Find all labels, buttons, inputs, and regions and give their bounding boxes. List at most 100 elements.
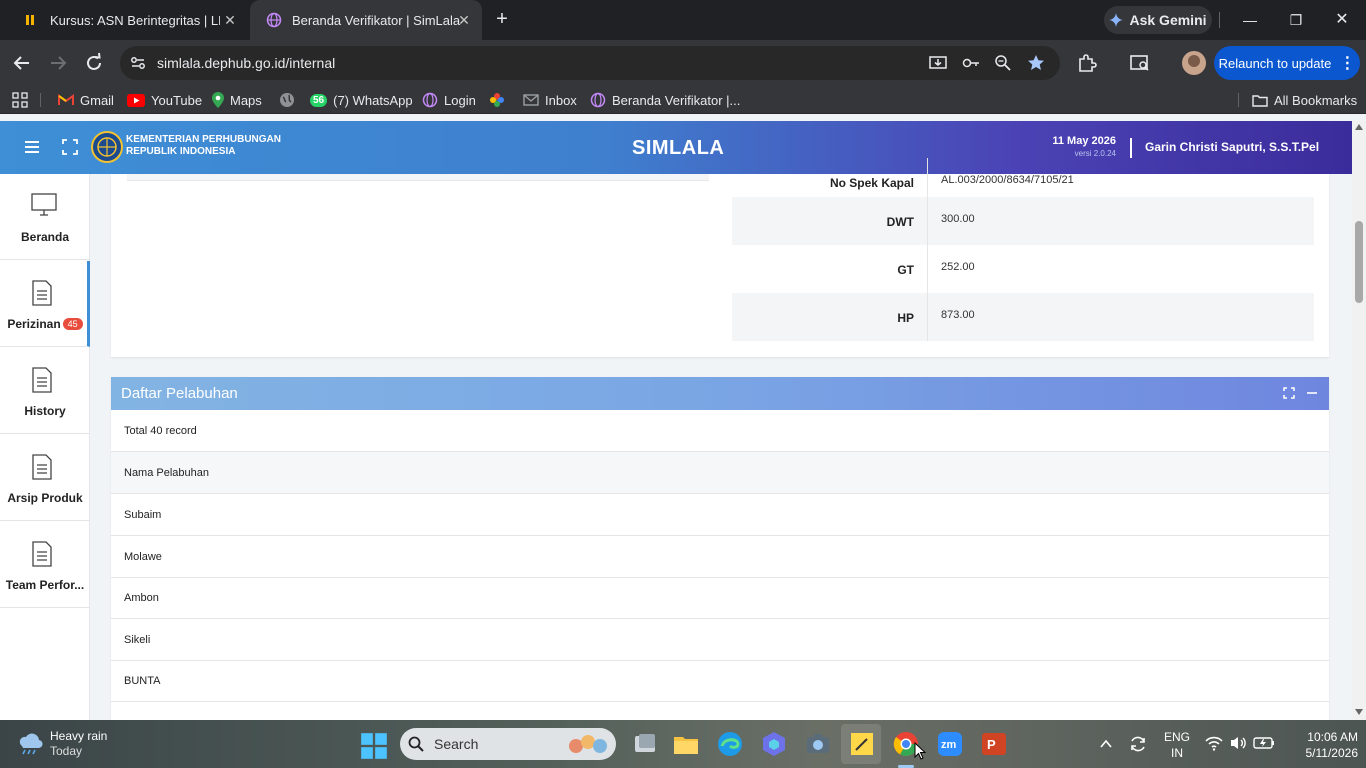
expand-icon[interactable] [1283, 387, 1295, 399]
page-scrollbar[interactable] [1352, 121, 1366, 720]
bookmark-inbox[interactable]: Inbox [523, 86, 577, 114]
sidebar-item-label: Arsip Produk [7, 491, 83, 505]
password-key-icon[interactable] [961, 53, 981, 73]
ask-gemini-label: Ask Gemini [1129, 12, 1207, 28]
document-icon [32, 367, 52, 393]
language-indicator[interactable]: ENG IN [1158, 729, 1196, 761]
minimize-icon[interactable]: — [1238, 8, 1262, 32]
windows-start-icon[interactable] [360, 732, 388, 760]
extensions-puzzle-icon[interactable] [1075, 51, 1099, 75]
sticky-notes-icon[interactable] [848, 730, 876, 758]
weather-widget[interactable]: Heavy rain Today [50, 729, 107, 759]
sidebar-item-history[interactable]: History [0, 348, 90, 434]
more-vertical-icon: ⋮ [1339, 55, 1356, 72]
windows-taskbar: Heavy rain Today Search zm P ENG IN 10:0… [0, 720, 1366, 768]
relaunch-button[interactable]: Relaunch to update ⋮ [1214, 46, 1360, 80]
bookmark-whatsapp[interactable]: 56 (7) WhatsApp [310, 86, 413, 114]
globe-favicon-icon [422, 92, 438, 108]
globe-favicon-icon [266, 12, 282, 28]
edge-browser-icon[interactable] [716, 730, 744, 758]
sidebar-item-team-performance[interactable]: Team Perfor... [0, 522, 90, 608]
close-tab-icon[interactable]: ✕ [222, 12, 238, 28]
bookmarks-bar: Gmail YouTube Maps 56 (7) WhatsApp Login… [0, 86, 1366, 114]
address-bar[interactable]: simlala.dephub.go.id/internal [120, 46, 1060, 80]
scrollbar-thumb[interactable] [1355, 221, 1363, 303]
bookmark-globe[interactable] [279, 86, 295, 114]
weather-title: Heavy rain [50, 729, 108, 743]
scroll-up-arrow-icon[interactable] [1355, 124, 1363, 130]
apps-grid-icon[interactable] [12, 92, 28, 108]
camera-app-icon[interactable] [804, 730, 832, 758]
copilot-app-icon[interactable] [760, 730, 788, 758]
close-tab-icon[interactable]: ✕ [456, 12, 472, 28]
document-icon [32, 454, 52, 480]
sidebar-item-beranda[interactable]: Beranda [0, 174, 90, 260]
bookmark-beranda[interactable]: Beranda Verifikator |... [590, 86, 740, 114]
ask-gemini-button[interactable]: Ask Gemini [1104, 6, 1212, 34]
tab-simlala[interactable]: Beranda Verifikator | SimLala ✕ [250, 0, 482, 40]
url-text: simlala.dephub.go.id/internal [157, 55, 336, 71]
sidebar-item-arsip-produk[interactable]: Arsip Produk [0, 435, 90, 521]
search-icon [408, 736, 424, 752]
clock-time: 10:06 AM [1307, 730, 1358, 744]
kemenhub-logo-icon [91, 131, 123, 163]
taskbar-search[interactable]: Search [400, 728, 616, 760]
whatsapp-badge: 56 [310, 93, 328, 107]
task-view-icon[interactable] [631, 730, 659, 758]
youtube-icon [127, 93, 145, 107]
relaunch-label: Relaunch to update [1218, 55, 1332, 71]
fullscreen-icon[interactable] [61, 138, 79, 156]
profile-avatar[interactable] [1182, 51, 1206, 75]
bookmark-youtube[interactable]: YouTube [127, 86, 202, 114]
sidebar-item-label: History [24, 404, 66, 418]
bookmark-maps[interactable]: Maps [212, 86, 262, 114]
bookmark-login[interactable]: Login [422, 86, 476, 114]
file-explorer-icon[interactable] [672, 730, 700, 758]
forward-arrow-icon[interactable] [46, 51, 70, 75]
user-name[interactable]: Garin Christi Saputri, S.S.T.Pel [1145, 140, 1319, 154]
bookmark-pinwheel[interactable] [489, 86, 505, 114]
reload-icon[interactable] [82, 51, 106, 75]
install-app-icon[interactable] [928, 53, 948, 73]
system-clock[interactable]: 10:06 AM 5/11/2026 [1282, 729, 1359, 761]
collapse-minus-icon[interactable] [1306, 387, 1318, 399]
avatar-head [1188, 55, 1200, 67]
bookmark-label: Beranda Verifikator |... [612, 92, 741, 108]
zoom-app-icon[interactable]: zm [936, 730, 964, 758]
sidebar-item-perizinan[interactable]: Perizinan 45 [0, 261, 90, 347]
bookmark-label: (7) WhatsApp [333, 92, 413, 108]
ministry-name: KEMENTERIAN PERHUBUNGAN REPUBLIK INDONES… [126, 134, 281, 158]
gemini-spark-icon [1109, 13, 1124, 27]
wifi-icon[interactable] [1205, 735, 1223, 751]
volume-icon[interactable] [1229, 735, 1247, 751]
globe-icon [280, 93, 294, 107]
pinwheel-icon [490, 93, 504, 107]
tab-lms[interactable]: Kursus: ASN Berintegritas | LMS ✕ [8, 0, 248, 40]
powerpoint-icon[interactable]: P [980, 730, 1008, 758]
bookmark-label: All Bookmarks [1274, 92, 1358, 108]
site-settings-icon[interactable] [128, 53, 148, 73]
close-window-icon[interactable]: ✕ [1330, 8, 1354, 32]
column-header-nama-pelabuhan[interactable]: Nama Pelabuhan [111, 452, 1329, 494]
sync-icon[interactable] [1128, 734, 1148, 754]
all-bookmarks[interactable]: All Bookmarks [1252, 86, 1357, 114]
screen: Kursus: ASN Berintegritas | LMS ✕ Berand… [0, 0, 1366, 768]
hamburger-menu-icon[interactable] [23, 138, 41, 156]
globe-favicon-icon [590, 92, 606, 108]
bookmark-gmail[interactable]: Gmail [58, 86, 114, 114]
restore-icon[interactable]: ❐ [1284, 8, 1308, 32]
zoom-icon[interactable] [993, 53, 1013, 73]
weather-rain-icon[interactable] [16, 732, 44, 756]
new-tab-icon[interactable]: + [490, 8, 514, 32]
weather-sub: Today [50, 744, 83, 758]
battery-charging-icon[interactable] [1253, 736, 1275, 750]
bookmark-label: Login [444, 92, 476, 108]
back-arrow-icon[interactable] [10, 51, 34, 75]
scroll-down-arrow-icon[interactable] [1355, 709, 1363, 715]
bookmark-star-icon[interactable] [1026, 53, 1046, 73]
gmail-icon [58, 94, 74, 105]
tab-search-icon[interactable] [1128, 51, 1152, 75]
sidebar-item-label: Beranda [20, 230, 70, 244]
port-list-title: Daftar Pelabuhan [121, 385, 238, 402]
chevron-up-icon[interactable] [1098, 736, 1114, 752]
